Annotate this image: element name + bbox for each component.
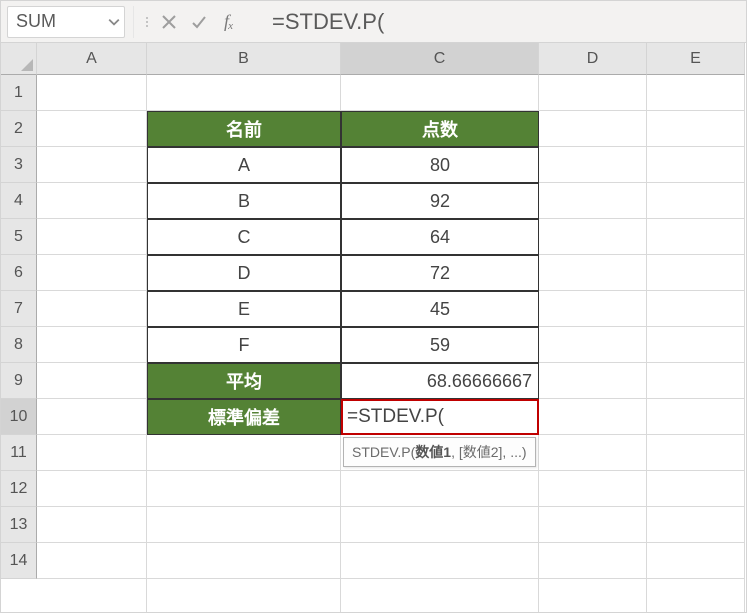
cancel-button[interactable] xyxy=(154,6,184,38)
function-tooltip: STDEV.P(数値1, [数値2], ...) xyxy=(343,437,536,467)
row-header-2[interactable]: 2 xyxy=(1,111,37,147)
formula-bar: SUM fx =STDEV.P( xyxy=(1,1,746,43)
table-row[interactable]: 59 xyxy=(341,327,539,363)
confirm-button[interactable] xyxy=(184,6,214,38)
std-label[interactable]: 標準偏差 xyxy=(147,399,341,435)
row-header-14[interactable]: 14 xyxy=(1,543,37,579)
col-header-D[interactable]: D xyxy=(539,43,647,75)
row-header-8[interactable]: 8 xyxy=(1,327,37,363)
formula-input[interactable]: =STDEV.P( xyxy=(244,6,746,38)
gridline xyxy=(744,75,745,612)
gridline xyxy=(37,542,745,543)
gridline xyxy=(37,470,745,471)
table-row[interactable]: B xyxy=(147,183,341,219)
table-row[interactable]: D xyxy=(147,255,341,291)
table-row[interactable]: C xyxy=(147,219,341,255)
gridline xyxy=(37,578,745,579)
gridline xyxy=(37,506,745,507)
col-header-B[interactable]: B xyxy=(147,43,341,75)
dropdown-icon[interactable] xyxy=(108,16,120,28)
avg-label[interactable]: 平均 xyxy=(147,363,341,399)
row-header-4[interactable]: 4 xyxy=(1,183,37,219)
cells-area[interactable]: 名前点数A80B92C64D72E45F59平均68.66666667標準偏差=… xyxy=(37,75,745,612)
table-row[interactable]: 92 xyxy=(341,183,539,219)
grip-handle-icon[interactable] xyxy=(146,14,148,30)
row-header-10[interactable]: 10 xyxy=(1,399,37,435)
table-row[interactable]: 64 xyxy=(341,219,539,255)
row-headers: 1234567891011121314 xyxy=(1,75,37,579)
table-header-score[interactable]: 点数 xyxy=(341,111,539,147)
table-row[interactable]: 72 xyxy=(341,255,539,291)
gridline xyxy=(646,75,647,612)
table-row[interactable]: 45 xyxy=(341,291,539,327)
row-header-6[interactable]: 6 xyxy=(1,255,37,291)
row-header-12[interactable]: 12 xyxy=(1,471,37,507)
avg-value[interactable]: 68.66666667 xyxy=(341,363,539,399)
row-header-7[interactable]: 7 xyxy=(1,291,37,327)
fx-icon[interactable]: fx xyxy=(214,6,244,38)
column-headers: ABCDE xyxy=(37,43,746,75)
table-header-name[interactable]: 名前 xyxy=(147,111,341,147)
row-header-1[interactable]: 1 xyxy=(1,75,37,111)
table-row[interactable]: 80 xyxy=(341,147,539,183)
row-header-11[interactable]: 11 xyxy=(1,435,37,471)
spreadsheet: 1234567891011121314 ABCDE 名前点数A80B92C64D… xyxy=(1,43,746,612)
select-all-corner[interactable] xyxy=(1,43,37,75)
formula-editing-cell[interactable]: =STDEV.P( xyxy=(341,399,539,435)
row-header-9[interactable]: 9 xyxy=(1,363,37,399)
col-header-E[interactable]: E xyxy=(647,43,745,75)
divider xyxy=(133,6,134,38)
name-box[interactable]: SUM xyxy=(7,6,125,38)
table-row[interactable]: E xyxy=(147,291,341,327)
row-header-5[interactable]: 5 xyxy=(1,219,37,255)
name-box-text: SUM xyxy=(16,11,108,32)
table-row[interactable]: F xyxy=(147,327,341,363)
row-header-3[interactable]: 3 xyxy=(1,147,37,183)
col-header-C[interactable]: C xyxy=(341,43,539,75)
row-header-13[interactable]: 13 xyxy=(1,507,37,543)
col-header-A[interactable]: A xyxy=(37,43,147,75)
table-row[interactable]: A xyxy=(147,147,341,183)
